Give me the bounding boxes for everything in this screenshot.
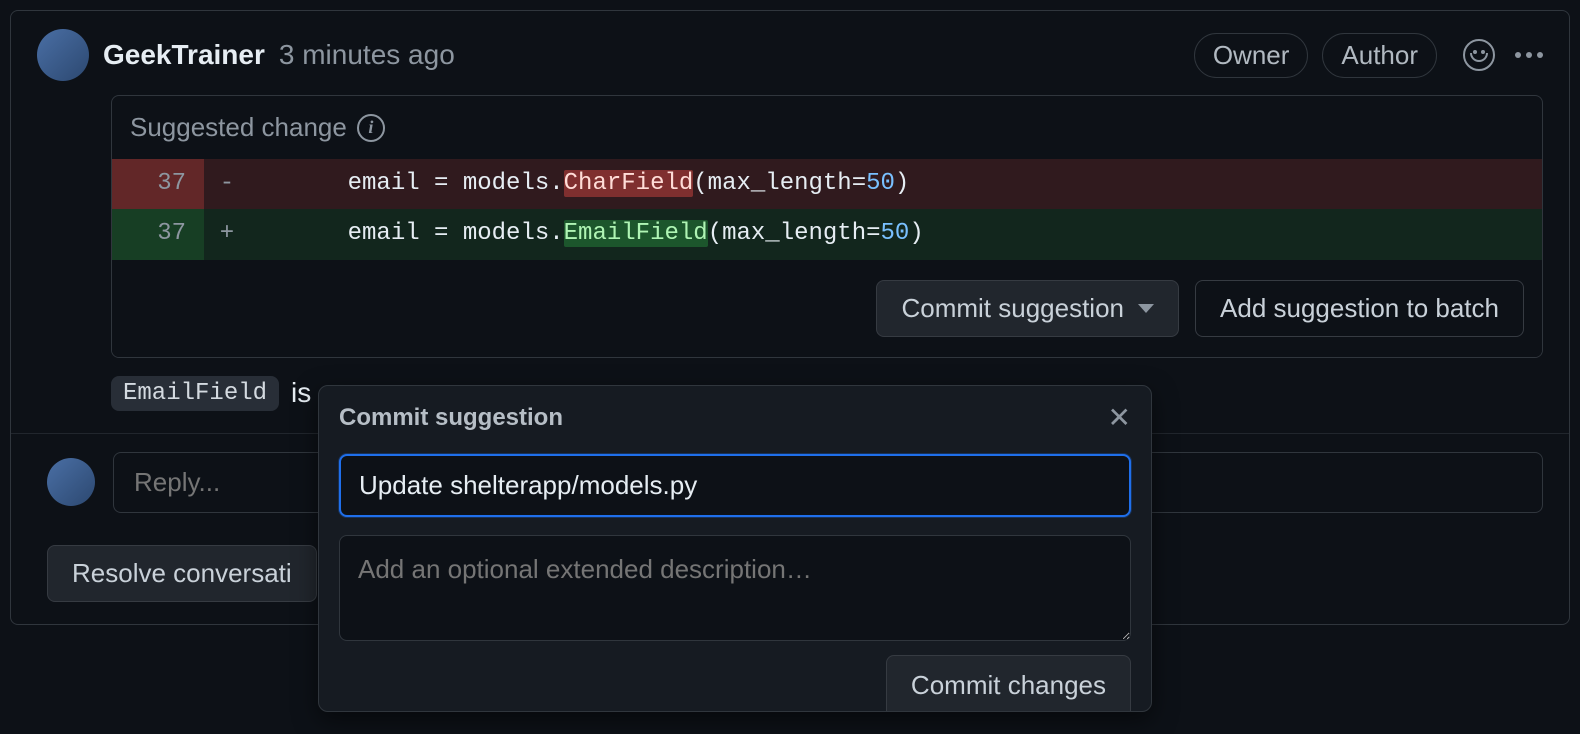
- diff-line-deletion: 37 - email = models.CharField(max_length…: [112, 159, 1542, 209]
- add-reaction-icon[interactable]: [1463, 39, 1495, 71]
- line-code: email = models.CharField(max_length=50): [250, 159, 1542, 209]
- resolve-conversation-button[interactable]: Resolve conversati: [47, 545, 317, 602]
- suggestion-block: Suggested change i 37 - email = models.C…: [111, 95, 1543, 358]
- commit-changes-button[interactable]: Commit changes: [886, 655, 1131, 711]
- line-sign: -: [204, 159, 250, 209]
- author-link[interactable]: GeekTrainer: [103, 39, 265, 71]
- popover-title: Commit suggestion: [339, 404, 563, 432]
- owner-badge: Owner: [1194, 33, 1309, 78]
- kebab-menu-icon[interactable]: [1515, 52, 1543, 58]
- commit-suggestion-popover: Commit suggestion ✕ Commit changes: [318, 385, 1152, 712]
- commit-description-textarea[interactable]: [339, 535, 1131, 641]
- chevron-down-icon: [1138, 304, 1154, 313]
- commit-message-input[interactable]: [339, 454, 1131, 517]
- info-icon[interactable]: i: [357, 114, 385, 142]
- commit-suggestion-button[interactable]: Commit suggestion: [876, 280, 1179, 337]
- add-to-batch-button[interactable]: Add suggestion to batch: [1195, 280, 1524, 337]
- timestamp[interactable]: 3 minutes ago: [279, 39, 455, 71]
- code-chip: EmailField: [111, 376, 279, 411]
- close-icon[interactable]: ✕: [1108, 404, 1131, 432]
- author-badge: Author: [1322, 33, 1437, 78]
- avatar[interactable]: [37, 29, 89, 81]
- line-code: email = models.EmailField(max_length=50): [250, 209, 1542, 259]
- avatar[interactable]: [47, 458, 95, 506]
- suggestion-actions: Commit suggestion Add suggestion to batc…: [112, 260, 1542, 357]
- line-sign: +: [204, 209, 250, 259]
- suggestion-header-label: Suggested change: [130, 112, 347, 143]
- comment-header: GeekTrainer 3 minutes ago Owner Author: [11, 11, 1569, 95]
- diff-line-addition: 37 + email = models.EmailField(max_lengt…: [112, 209, 1542, 259]
- suggestion-header: Suggested change i: [112, 96, 1542, 159]
- popover-header: Commit suggestion ✕: [319, 386, 1151, 440]
- line-number: 37: [112, 159, 204, 209]
- line-number: 37: [112, 209, 204, 259]
